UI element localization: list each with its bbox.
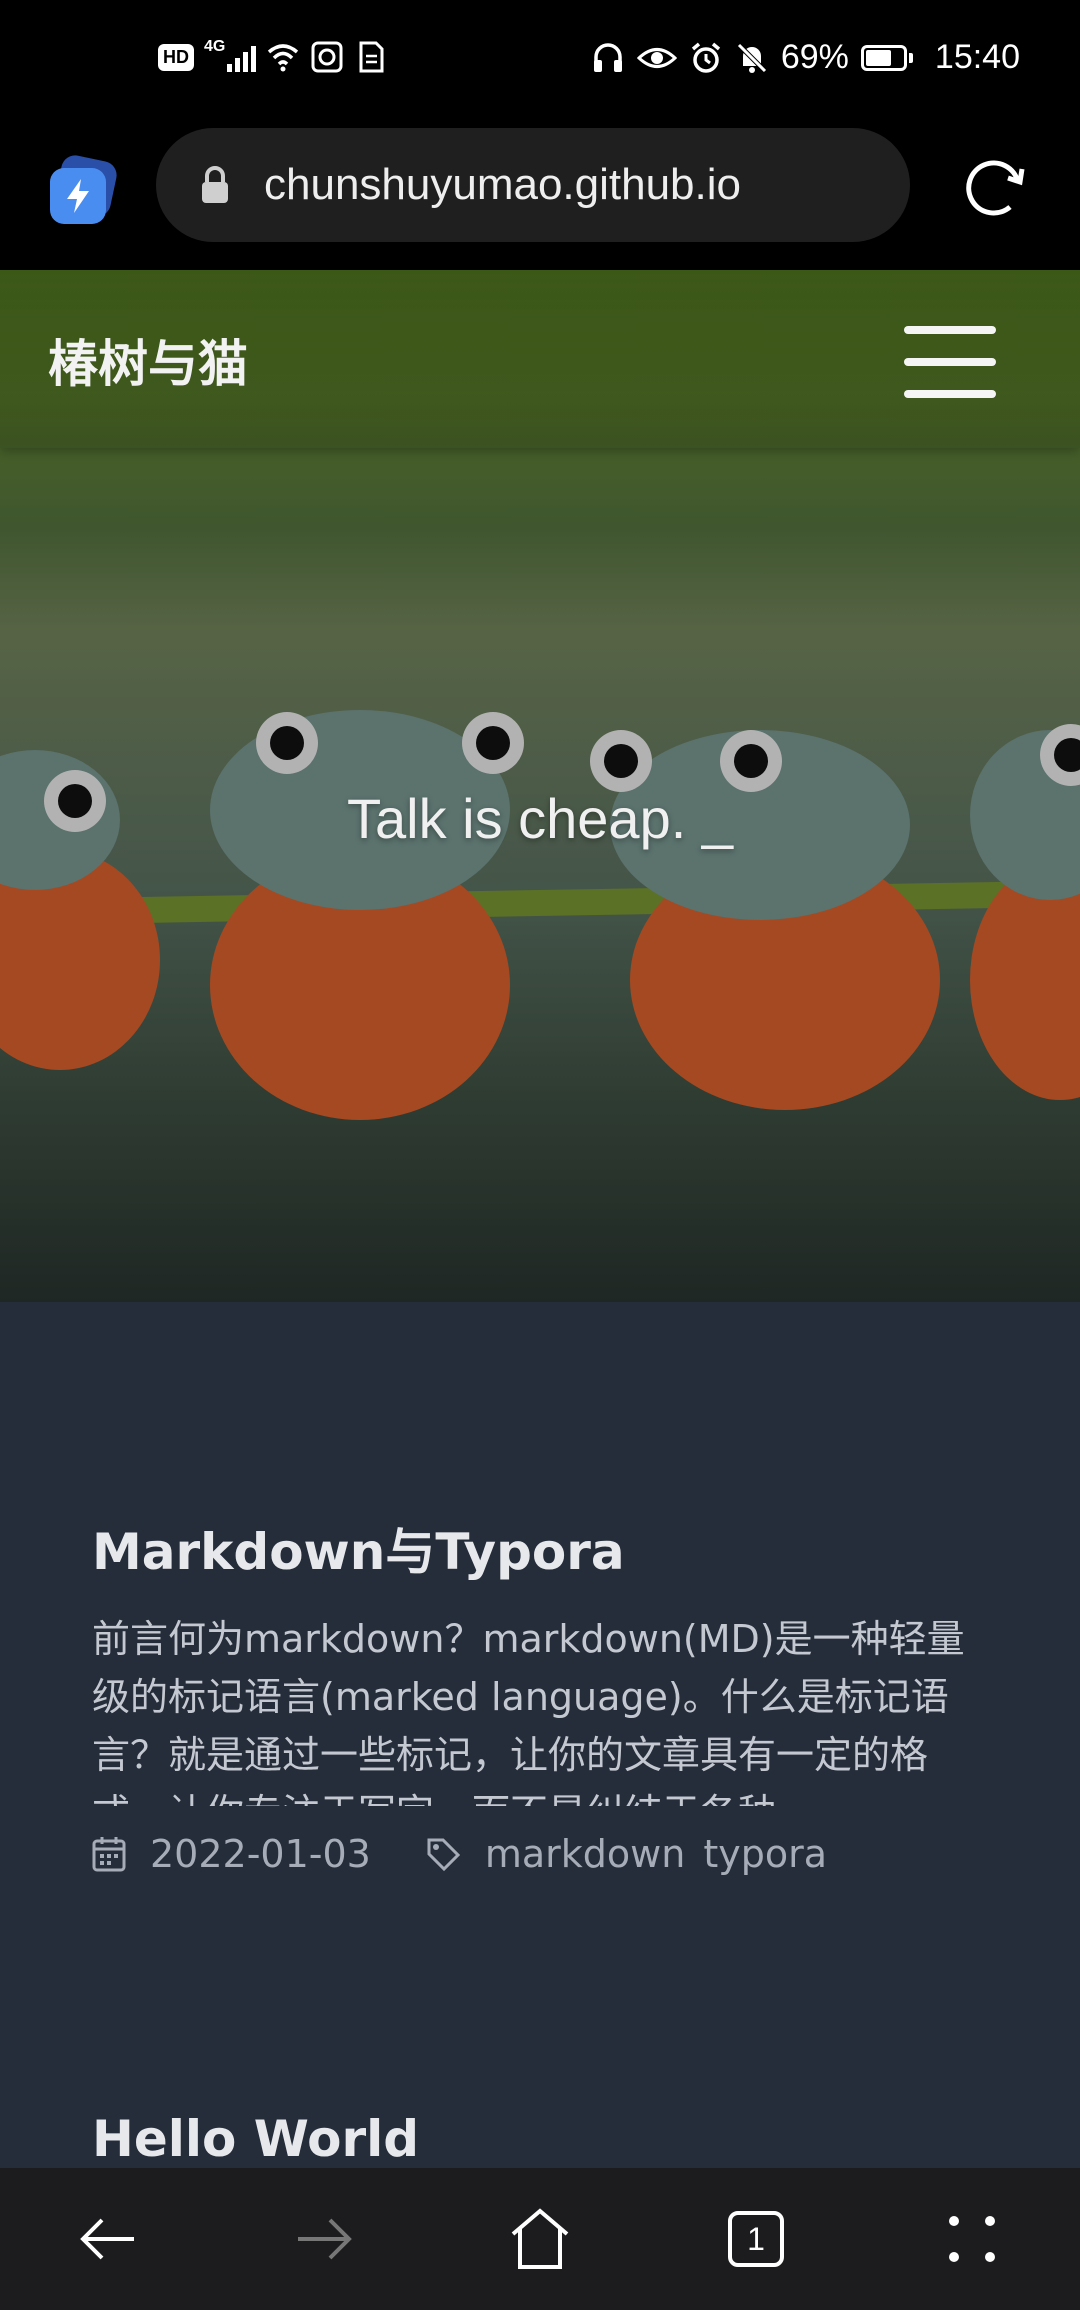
site-header: 椿树与猫: [0, 270, 1080, 448]
tab-count: 1: [728, 2211, 784, 2267]
wifi-icon: [268, 44, 299, 72]
sim-icon: [359, 41, 384, 73]
status-time: 15:40: [934, 38, 1020, 76]
signal-icon: [227, 42, 257, 72]
status-left-icons: HD 4G: [158, 38, 388, 74]
home-icon[interactable]: [485, 2184, 595, 2294]
address-bar[interactable]: chunshuyumao.github.io: [156, 128, 910, 242]
reload-icon[interactable]: [960, 152, 1030, 222]
calendar-icon: [92, 1837, 126, 1872]
post-tag-typora[interactable]: typora: [703, 1832, 827, 1876]
post-list: Markdown与Typora 前言何为markdown？markdown(MD…: [0, 1302, 1080, 2168]
browser-bottom-nav: 1: [0, 2168, 1080, 2310]
menu-icon[interactable]: [904, 326, 996, 398]
post-tag-markdown[interactable]: markdown: [485, 1832, 685, 1876]
more-icon[interactable]: [917, 2184, 1027, 2294]
hero-tagline: Talk is cheap. _: [347, 787, 733, 850]
post-date: 2022-01-03: [150, 1832, 371, 1876]
post-title[interactable]: Hello World: [92, 2110, 419, 2168]
lock-icon: [202, 166, 228, 203]
status-right-icons: 69% 15:40: [591, 38, 1020, 77]
mute-icon: [737, 42, 767, 73]
app-badge-icon[interactable]: [48, 152, 120, 230]
back-icon[interactable]: [53, 2184, 163, 2294]
battery-percent: 69%: [780, 38, 849, 76]
post-title[interactable]: Markdown与Typora: [92, 1512, 625, 1584]
site-title[interactable]: 椿树与猫: [48, 324, 248, 396]
eye-icon: [636, 47, 677, 68]
browser-toolbar: chunshuyumao.github.io: [0, 124, 1080, 270]
post-meta: 2022-01-03 markdown typora: [92, 1832, 845, 1876]
hero-banner: 椿树与猫 Talk is cheap. _: [0, 270, 1080, 1302]
tag-icon: [427, 1838, 460, 1872]
alarm-icon: [691, 42, 720, 73]
hd-icon: HD: [158, 43, 194, 71]
post-excerpt: 前言何为markdown？markdown(MD)是一种轻量级的标记语言(mar…: [92, 1617, 965, 1806]
forward-icon[interactable]: [269, 2184, 379, 2294]
status-bar: HD 4G 69% 15:40: [0, 0, 1080, 124]
tabs-icon[interactable]: 1: [701, 2184, 811, 2294]
battery-icon: [860, 44, 913, 71]
url-text: chunshuyumao.github.io: [264, 160, 741, 209]
network-type: 4G: [204, 38, 226, 55]
nfc-icon: [311, 41, 343, 73]
headphones-icon: [593, 42, 622, 72]
